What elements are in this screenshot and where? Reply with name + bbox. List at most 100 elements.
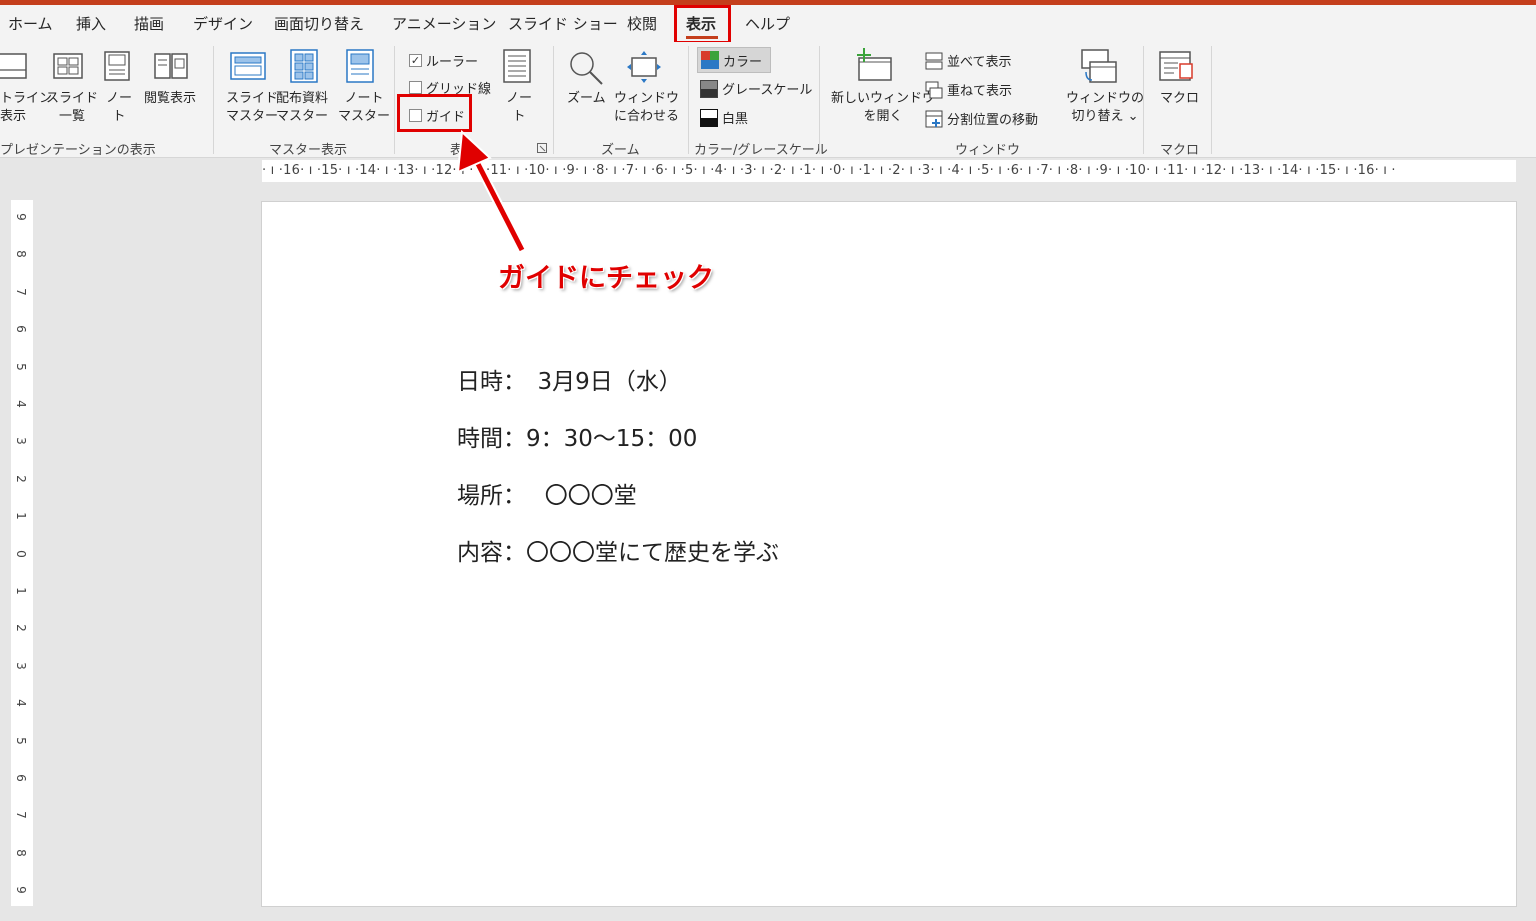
grayscale-button[interactable]: グレースケール: [700, 79, 812, 98]
zoom-icon: [570, 52, 603, 85]
handout-master-icon: [290, 49, 318, 83]
arrange-all-label: 並べて表示: [947, 55, 1012, 70]
vertical-ruler-number: 6: [14, 325, 28, 333]
fit-to-window-icon: [627, 51, 661, 83]
slide-sorter-icon: [53, 53, 83, 79]
vertical-ruler-number: 7: [14, 287, 28, 296]
dialog-launcher-icon[interactable]: [537, 143, 547, 153]
vertical-ruler-number: 9: [14, 886, 28, 894]
move-split-label: 分割位置の移動: [947, 113, 1039, 128]
tab-transitions[interactable]: 画面切り替え: [274, 13, 364, 34]
slide-text-date[interactable]: 日時： 3月9日（水）: [457, 362, 682, 396]
group-label-show: 表: [450, 143, 464, 158]
ribbon-view: トライン 表示 スライド 一覧 ノー ト 閲覧表示 プレゼンテーションの表示 ス…: [0, 42, 1536, 158]
notes-master-button[interactable]: ノート マスター: [338, 90, 390, 126]
vertical-ruler-number: 3: [14, 437, 28, 446]
vertical-ruler-number: 7: [14, 811, 28, 820]
slide-master-button[interactable]: スライド マスター: [226, 90, 278, 126]
tab-home[interactable]: ホーム: [8, 13, 53, 34]
slide-canvas[interactable]: 日時： 3月9日（水） 時間：9：30〜15：00 場所： 〇〇〇堂 内容：〇〇…: [261, 201, 1517, 907]
vertical-ruler-number: 5: [14, 362, 28, 371]
group-separator: [688, 46, 689, 154]
checkmark-icon: ✓: [409, 54, 422, 67]
switch-windows-icon: [1081, 49, 1117, 83]
color-swatch-icon: [701, 51, 719, 69]
tab-design[interactable]: デザイン: [193, 13, 253, 34]
ruler-label: ルーラー: [426, 55, 479, 70]
macros-icon: [1159, 51, 1193, 81]
annotation-text: ガイドにチェック: [498, 263, 714, 294]
slide-text-place[interactable]: 場所： 〇〇〇堂: [457, 476, 637, 510]
vertical-ruler-number: 5: [14, 736, 28, 745]
arrange-all-icon: [925, 52, 943, 69]
new-window-icon: [857, 48, 892, 81]
tab-insert[interactable]: 挿入: [76, 13, 106, 34]
grayscale-label: グレースケール: [722, 83, 813, 98]
outline-view-button[interactable]: トライン 表示: [0, 90, 52, 126]
macros-button[interactable]: マクロ: [1160, 90, 1199, 108]
vertical-ruler-number: 9: [14, 213, 28, 221]
ruler-checkbox[interactable]: ✓ ルーラー: [409, 51, 478, 70]
guides-highlight-box: [397, 94, 472, 132]
cascade-label: 重ねて表示: [947, 84, 1013, 99]
group-separator: [213, 46, 214, 154]
notes-master-icon: [346, 49, 374, 83]
handout-master-button[interactable]: 配布資料 マスター: [276, 90, 328, 126]
tab-help[interactable]: ヘルプ: [745, 13, 790, 34]
slide-text-time[interactable]: 時間：9：30〜15：00: [457, 419, 697, 453]
slide-master-icon: [230, 52, 266, 80]
tab-review[interactable]: 校閲: [627, 13, 657, 34]
color-button[interactable]: カラー: [697, 47, 772, 73]
group-label-macros: マクロ: [1160, 143, 1200, 158]
vertical-ruler-number: 3: [14, 661, 28, 670]
fit-to-window-button[interactable]: ウィンドウ に合わせる: [614, 90, 679, 126]
group-label-master-views: マスター表示: [269, 143, 348, 158]
black-white-button[interactable]: 白黒: [700, 108, 748, 127]
group-separator: [1211, 46, 1212, 154]
vertical-ruler-number: 2: [14, 624, 28, 633]
move-split-icon: [925, 110, 943, 127]
color-label: カラー: [723, 54, 763, 70]
vertical-ruler-number: 1: [14, 587, 28, 595]
reading-view-icon: [154, 53, 188, 79]
vertical-ruler-number: 8: [14, 848, 28, 857]
vertical-ruler-number: 4: [14, 699, 28, 707]
group-label-zoom: ズーム: [601, 143, 640, 158]
vertical-ruler: 9 8 7 6 5 4 3 2 1 0 1 2 3 4 5 6 7 8 9: [11, 200, 33, 906]
outline-view-icon: [0, 53, 27, 79]
move-split-button[interactable]: 分割位置の移動: [925, 109, 1038, 128]
vertical-ruler-number: 4: [14, 400, 28, 408]
vertical-ruler-number: 8: [14, 250, 28, 259]
group-label-color: カラー/グレースケール: [694, 143, 828, 158]
ribbon-tabs: ホーム 挿入 描画 デザイン 画面切り替え アニメーション スライド ショー 校…: [0, 5, 1536, 42]
horizontal-ruler: · ı ·16· ı ·15· ı ·14· ı ·13· ı ·12· ı ·…: [262, 160, 1516, 182]
group-label-window: ウィンドウ: [955, 143, 1021, 158]
black-white-label: 白黒: [722, 112, 749, 127]
slide-sorter-button[interactable]: スライド 一覧: [46, 90, 98, 126]
new-window-button[interactable]: 新しいウィンドウ を開く: [831, 90, 935, 126]
checkbox-empty-icon: [409, 81, 422, 94]
black-white-icon: [700, 108, 718, 127]
group-separator: [819, 46, 820, 154]
vertical-ruler-number: 0: [14, 549, 28, 558]
cascade-icon: [925, 81, 943, 98]
group-label-presentation-views: プレゼンテーションの表示: [0, 143, 156, 158]
notes-page-icon: [104, 51, 130, 81]
tab-draw[interactable]: 描画: [134, 13, 164, 34]
slide-text-content[interactable]: 内容：〇〇〇堂にて歴史を学ぶ: [457, 533, 779, 567]
switch-windows-button[interactable]: ウィンドウの 切り替え ⌄: [1066, 90, 1144, 126]
arrange-all-button[interactable]: 並べて表示: [925, 51, 1011, 70]
cascade-button[interactable]: 重ねて表示: [925, 80, 1012, 99]
notes-page-button[interactable]: ノー ト: [106, 90, 132, 126]
notes-icon: [503, 49, 531, 83]
tab-slideshow[interactable]: スライド ショー: [508, 13, 618, 34]
grayscale-icon: [700, 79, 718, 98]
group-separator: [1143, 46, 1144, 154]
vertical-ruler-number: 2: [14, 474, 28, 483]
reading-view-button[interactable]: 閲覧表示: [144, 90, 196, 108]
view-tab-highlight-box: [674, 5, 731, 44]
group-separator: [394, 46, 395, 154]
zoom-button[interactable]: ズーム: [567, 90, 606, 108]
notes-button[interactable]: ノー ト: [506, 90, 532, 126]
tab-animations[interactable]: アニメーション: [392, 13, 496, 34]
